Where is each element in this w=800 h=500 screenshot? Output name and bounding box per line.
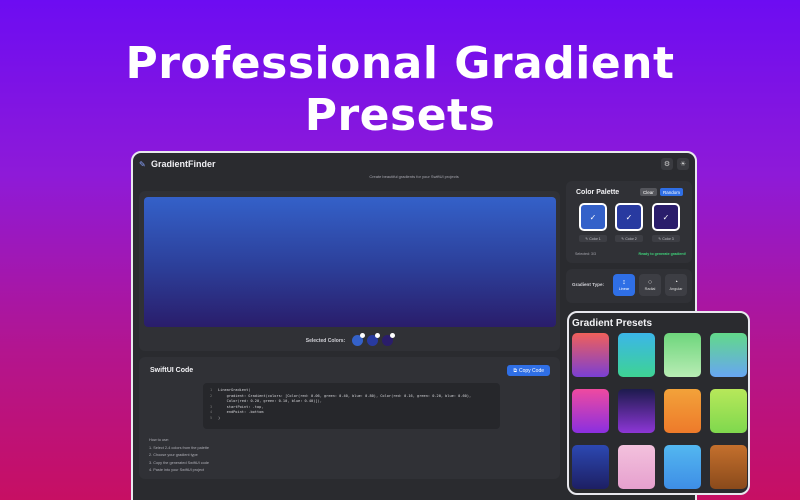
checkmark-icon: ✓ xyxy=(589,212,597,222)
copy-icon: ⧉ xyxy=(513,367,517,374)
presets-title: Gradient Presets xyxy=(572,318,653,329)
preview-panel: Selected Colors: xyxy=(139,191,560,351)
code-title: SwiftUI Code xyxy=(150,367,194,374)
selected-colors-row: Selected Colors: xyxy=(139,333,560,346)
circle-icon: ○ xyxy=(647,279,653,286)
pencil-icon: ✎ xyxy=(139,160,146,169)
gradient-presets-panel: Gradient Presets xyxy=(567,311,750,495)
how-to-step: 4. Paste into your SwiftUI project xyxy=(149,468,205,472)
remove-icon[interactable] xyxy=(375,333,381,338)
how-to-step: 3. Copy the generated SwiftUI code xyxy=(149,460,209,465)
selection-count: Selected: 3/3 xyxy=(575,252,596,256)
angular-icon: ◔ xyxy=(673,279,679,286)
color-picker-1[interactable]: ✎ Color 1 xyxy=(579,235,607,242)
gradient-type-label: Gradient Type: xyxy=(572,282,605,287)
copy-code-button[interactable]: ⧉ Copy Code xyxy=(507,365,550,376)
how-to-step: 1. Select 2-4 colors from the palette xyxy=(149,445,209,450)
remove-icon[interactable] xyxy=(390,333,396,338)
radial-type-button[interactable]: ○ Radial xyxy=(639,274,661,296)
preset-tile[interactable] xyxy=(618,333,655,377)
color-swatch-1[interactable]: ✓ xyxy=(579,203,607,231)
preset-tile[interactable] xyxy=(710,445,747,489)
color-swatch-2[interactable]: ✓ xyxy=(615,203,643,231)
preset-tile[interactable] xyxy=(618,389,655,433)
preset-tile[interactable] xyxy=(710,389,747,433)
code-panel: SwiftUI Code ⧉ Copy Code 1 LinearGradient… xyxy=(139,357,560,479)
preset-tile[interactable] xyxy=(572,333,609,377)
selected-color-3[interactable] xyxy=(382,333,396,346)
selected-colors-label: Selected Colors: xyxy=(305,337,346,344)
eyedropper-icon: ✎ xyxy=(658,236,662,241)
eyedropper-icon: ✎ xyxy=(621,236,625,241)
gradient-preview xyxy=(144,197,556,327)
preset-tile[interactable] xyxy=(572,389,609,433)
code-line: 5) xyxy=(210,415,221,420)
headline-line-1: Professional Gradient xyxy=(125,38,675,89)
selected-color-2[interactable] xyxy=(367,333,381,346)
remove-icon[interactable] xyxy=(360,333,366,338)
color-palette-card: Color Palette Clear Random ✓ ✓ ✓ ✎ Color… xyxy=(566,181,692,263)
palette-title: Color Palette xyxy=(576,189,620,196)
code-block[interactable]: 1 LinearGradient( 2 gradient: Gradient(co… xyxy=(203,383,500,429)
selected-color-1[interactable] xyxy=(352,333,366,346)
headline: Professional Gradient Presets xyxy=(0,38,800,142)
eyedropper-icon: ✎ xyxy=(585,236,589,241)
linear-type-button[interactable]: ↕ Linear xyxy=(613,274,635,296)
headline-line-2: Presets xyxy=(304,90,496,141)
app-title: GradientFinder xyxy=(151,159,216,169)
preset-tile[interactable] xyxy=(710,333,747,377)
gear-icon[interactable]: ⚙ xyxy=(661,158,673,170)
clear-button[interactable]: Clear xyxy=(640,188,657,196)
preset-tile[interactable] xyxy=(664,333,701,377)
arrows-vertical-icon: ↕ xyxy=(622,279,626,286)
copy-code-label: Copy Code xyxy=(518,367,544,374)
title-bar: ✎ GradientFinder ⚙ ☀ xyxy=(133,153,695,175)
app-subtitle: Create beautiful gradients for your Swif… xyxy=(369,174,459,179)
gradient-type-card: Gradient Type: ↕ Linear ○ Radial ◔ Angul… xyxy=(566,269,692,303)
status-text: Ready to generate gradient! xyxy=(638,252,686,256)
how-to-step: 2. Choose your gradient type xyxy=(149,453,198,457)
how-to-title: How to use: xyxy=(149,438,170,442)
how-to-use: How to use: 1. Select 2-4 colors from th… xyxy=(149,437,209,475)
preset-tile[interactable] xyxy=(664,389,701,433)
preset-tile[interactable] xyxy=(572,445,609,489)
checkmark-icon: ✓ xyxy=(662,212,670,222)
angular-type-button[interactable]: ◔ Angular xyxy=(665,274,687,296)
color-picker-3[interactable]: ✎ Color 3 xyxy=(652,235,680,242)
random-button[interactable]: Random xyxy=(660,188,684,196)
color-picker-2[interactable]: ✎ Color 2 xyxy=(615,235,643,242)
color-swatch-3[interactable]: ✓ xyxy=(652,203,680,231)
preset-tile[interactable] xyxy=(664,445,701,489)
preset-tile[interactable] xyxy=(618,445,655,489)
checkmark-icon: ✓ xyxy=(625,212,633,222)
sun-icon[interactable]: ☀ xyxy=(677,158,689,170)
